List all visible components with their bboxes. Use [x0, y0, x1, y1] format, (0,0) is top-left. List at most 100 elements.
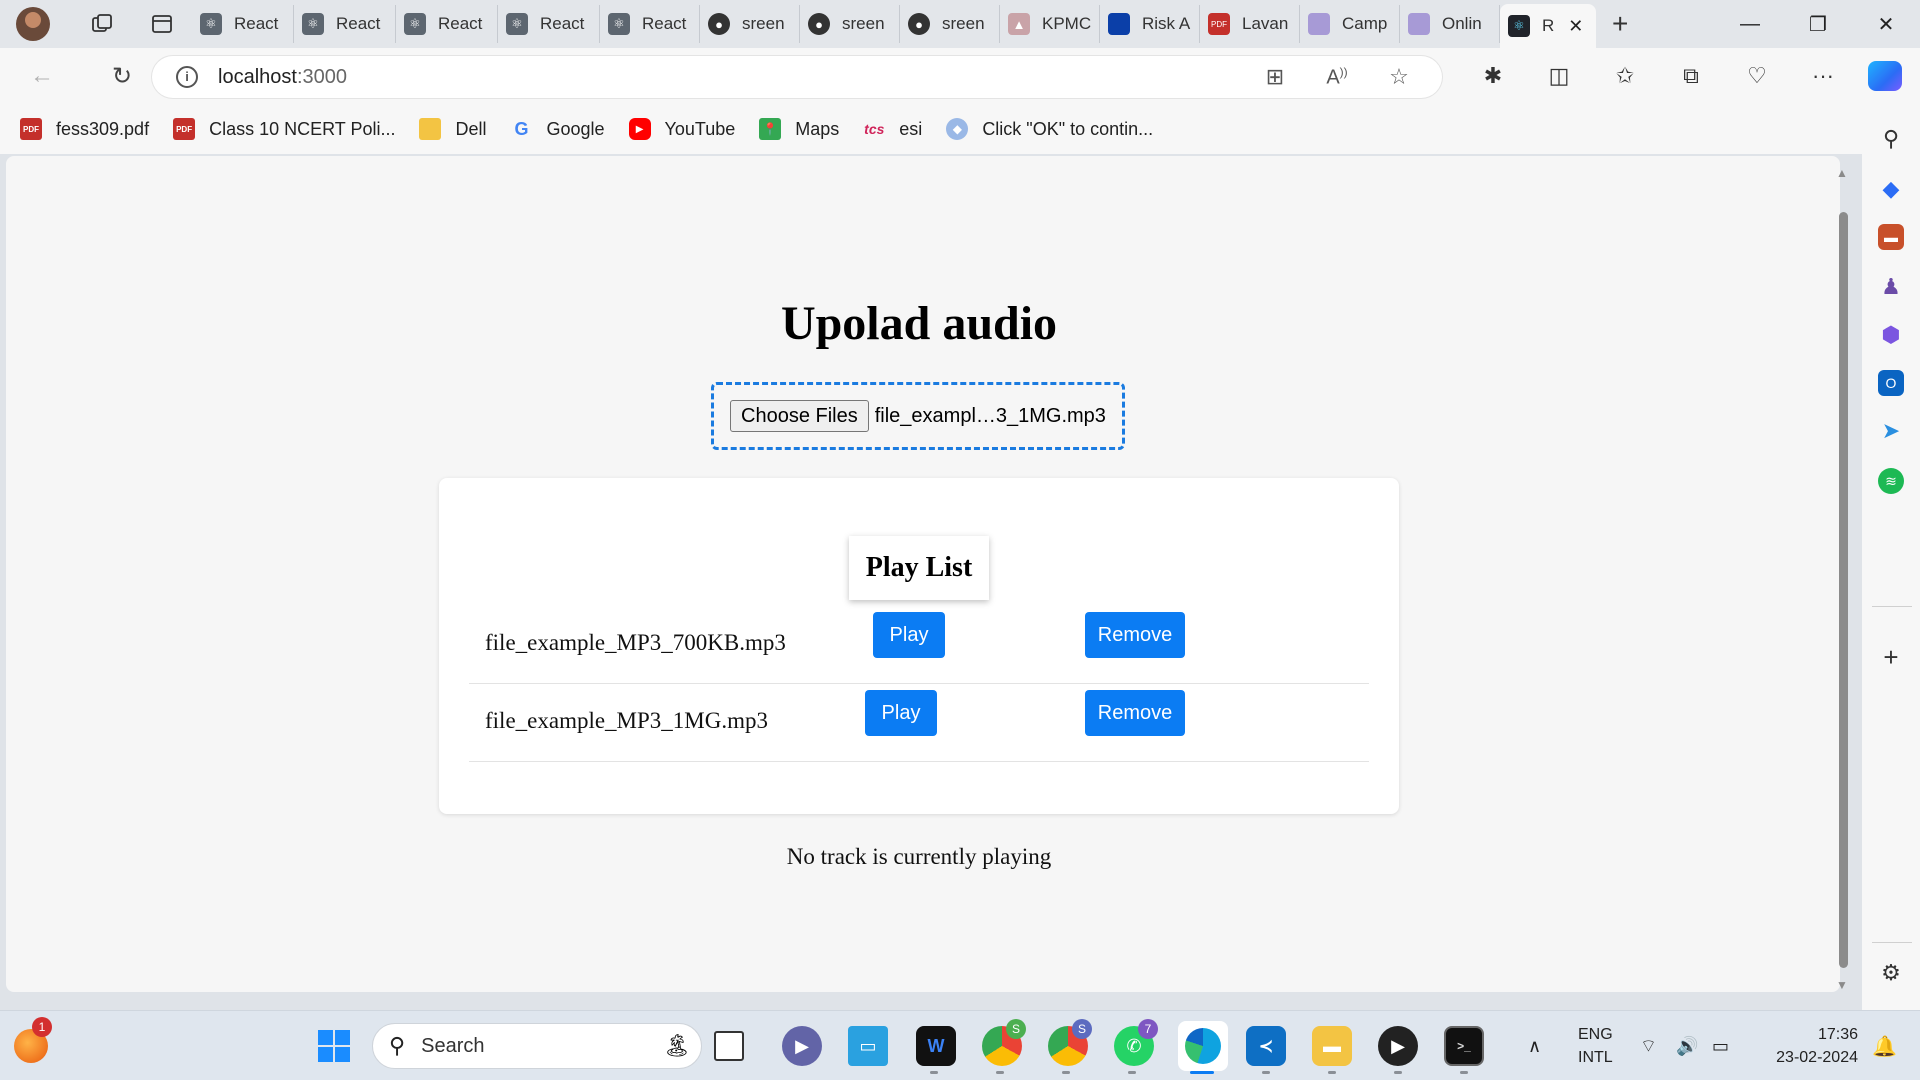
running-indicator [1394, 1071, 1402, 1074]
notification-bell-icon[interactable]: 🔔 [1872, 1011, 1897, 1080]
maps-icon: 📍 [759, 118, 782, 140]
play-button[interactable]: Play [865, 690, 937, 736]
scroll-down-icon[interactable]: ▼ [1836, 978, 1848, 992]
play-button[interactable]: Play [873, 612, 945, 658]
tab-react-3[interactable]: ⚛ React [396, 5, 498, 43]
app-available-icon[interactable]: ⊞ [1244, 64, 1306, 90]
system-clock[interactable]: 17:36 23-02-2024 [1760, 1023, 1858, 1069]
edge-taskbar-active[interactable] [1178, 1021, 1228, 1071]
running-indicator [996, 1071, 1004, 1074]
remove-button[interactable]: Remove [1085, 690, 1185, 736]
url-port: :3000 [296, 65, 347, 88]
tab-github-2[interactable]: ● sreen [800, 5, 900, 43]
tab-label: React [234, 14, 279, 33]
games-icon[interactable]: ♟ [1878, 274, 1904, 300]
tab-kpmg[interactable]: ▲ KPMC [1000, 5, 1100, 43]
microsoft365-icon[interactable]: ⬢ [1878, 322, 1904, 348]
split-screen-icon[interactable]: ◫ [1526, 63, 1592, 89]
back-icon[interactable]: ← [14, 62, 70, 90]
restore-icon[interactable]: ❐ [1784, 0, 1852, 48]
task-view-icon[interactable] [714, 1031, 744, 1061]
tab-camp[interactable]: Camp [1300, 5, 1400, 43]
tray-overflow-icon[interactable]: ∧ [1528, 1011, 1541, 1080]
favorites-icon[interactable]: ✩ [1592, 63, 1658, 89]
bookmark-esi[interactable]: tcs esi [863, 118, 922, 140]
bookmark-click-ok[interactable]: ◆ Click "OK" to contin... [946, 118, 1153, 140]
track-name: file_example_MP3_1MG.mp3 [485, 708, 768, 733]
vertical-tabs-icon[interactable] [150, 12, 174, 36]
tab-onlin[interactable]: Onlin [1400, 5, 1500, 43]
spotify-icon[interactable]: ≋ [1878, 468, 1904, 494]
send-icon[interactable]: ➤ [1878, 418, 1904, 444]
address-bar[interactable]: i localhost:3000 ⊞ A)) ☆ [152, 56, 1442, 98]
toolbox-icon[interactable]: ▬ [1878, 224, 1904, 250]
site-info-icon[interactable]: i [176, 66, 198, 88]
extensions-icon[interactable]: ✱ [1460, 63, 1526, 89]
language-indicator[interactable]: ENG INTL [1578, 1023, 1613, 1069]
profile-avatar[interactable] [16, 7, 50, 41]
github-icon: ● [708, 13, 730, 35]
outlook-icon[interactable]: O [1878, 370, 1904, 396]
running-indicator [1460, 1071, 1468, 1074]
tab-active[interactable]: ⚛ R ✕ [1500, 4, 1596, 48]
bookmark-maps[interactable]: 📍 Maps [759, 118, 839, 140]
tab-react-4[interactable]: ⚛ React [498, 5, 600, 43]
tab-label: sreen [842, 14, 885, 33]
minimize-icon[interactable]: — [1716, 0, 1784, 48]
remove-button[interactable]: Remove [1085, 612, 1185, 658]
tab-label: React [438, 14, 483, 33]
tab-github-1[interactable]: ● sreen [700, 5, 800, 43]
vscode-icon[interactable]: ≺ [1246, 1026, 1286, 1066]
github-icon: ● [908, 13, 930, 35]
terminal-icon[interactable]: >_ [1444, 1026, 1484, 1066]
refresh-icon[interactable]: ↻ [94, 62, 150, 91]
favorite-star-icon[interactable]: ☆ [1368, 64, 1430, 90]
taskbar-search[interactable]: ⚲ Search 🏝 [372, 1023, 702, 1069]
read-aloud-icon[interactable]: A)) [1306, 65, 1368, 90]
bookmark-dell[interactable]: Dell [419, 118, 487, 140]
file-upload-dropzone[interactable]: Choose Files file_exampl…3_1MG.mp3 [711, 382, 1125, 450]
tab-risk[interactable]: Risk A [1100, 5, 1200, 43]
bookmark-label: Dell [455, 118, 487, 139]
settings-gear-icon[interactable]: ⚙ [1878, 960, 1904, 986]
media-player-icon[interactable]: ▶ [1378, 1026, 1418, 1066]
pdf-icon: PDF [1208, 13, 1230, 35]
page-scrollbar[interactable]: ▲ ▼ [1828, 166, 1856, 992]
tab-lavan[interactable]: PDF Lavan [1200, 5, 1300, 43]
scroll-up-icon[interactable]: ▲ [1836, 166, 1848, 180]
add-app-icon[interactable]: + [1878, 642, 1904, 672]
bookmark-class10[interactable]: PDF Class 10 NCERT Poli... [173, 118, 395, 140]
file-explorer-icon[interactable]: ▬ [1312, 1026, 1352, 1066]
new-tab-icon[interactable]: + [1612, 10, 1628, 38]
tab-github-3[interactable]: ● sreen [900, 5, 1000, 43]
choose-files-button[interactable]: Choose Files [730, 400, 869, 432]
running-indicator [1262, 1071, 1270, 1074]
workspaces-icon[interactable] [90, 12, 114, 36]
browser-essentials-icon[interactable]: ♡ [1724, 63, 1790, 89]
battery-icon[interactable]: ▭ [1712, 1011, 1729, 1080]
tab-react-1[interactable]: ⚛ React [192, 5, 294, 43]
teams-chat-icon[interactable]: ▶ [782, 1026, 822, 1066]
webex-icon[interactable]: W [916, 1026, 956, 1066]
more-menu-icon[interactable]: ··· [1790, 63, 1856, 89]
tab-react-5[interactable]: ⚛ React [600, 5, 700, 43]
volume-icon[interactable]: 🔊 [1676, 1011, 1698, 1080]
bookmark-fess309[interactable]: PDF fess309.pdf [20, 118, 149, 140]
wifi-icon[interactable]: ⌔ [1640, 1011, 1657, 1080]
remote-desktop-icon[interactable]: ▭ [848, 1026, 888, 1066]
close-window-icon[interactable]: ✕ [1852, 0, 1920, 48]
windows-start-icon[interactable] [314, 1026, 354, 1066]
bookmark-google[interactable]: G Google [511, 118, 604, 140]
search-icon[interactable]: ⚲ [1878, 126, 1904, 152]
collections-icon[interactable]: ⧉ [1658, 63, 1724, 89]
browser-title-bar: ⚛ React ⚛ React ⚛ React ⚛ React ⚛ React ● sree… [0, 0, 1920, 48]
tab-strip: ⚛ React ⚛ React ⚛ React ⚛ React ⚛ React ● sree… [192, 0, 1628, 48]
copilot-icon[interactable] [1868, 61, 1902, 91]
shopping-tag-icon[interactable]: ◆ [1878, 176, 1904, 202]
track-row: file_example_MP3_1MG.mp3 Play Remove [469, 684, 1369, 762]
tab-react-2[interactable]: ⚛ React [294, 5, 396, 43]
bookmark-youtube[interactable]: ▶ YouTube [628, 118, 735, 140]
bookmark-label: esi [899, 118, 923, 139]
scrollbar-thumb[interactable] [1839, 212, 1848, 968]
close-tab-icon[interactable]: ✕ [1568, 16, 1583, 37]
